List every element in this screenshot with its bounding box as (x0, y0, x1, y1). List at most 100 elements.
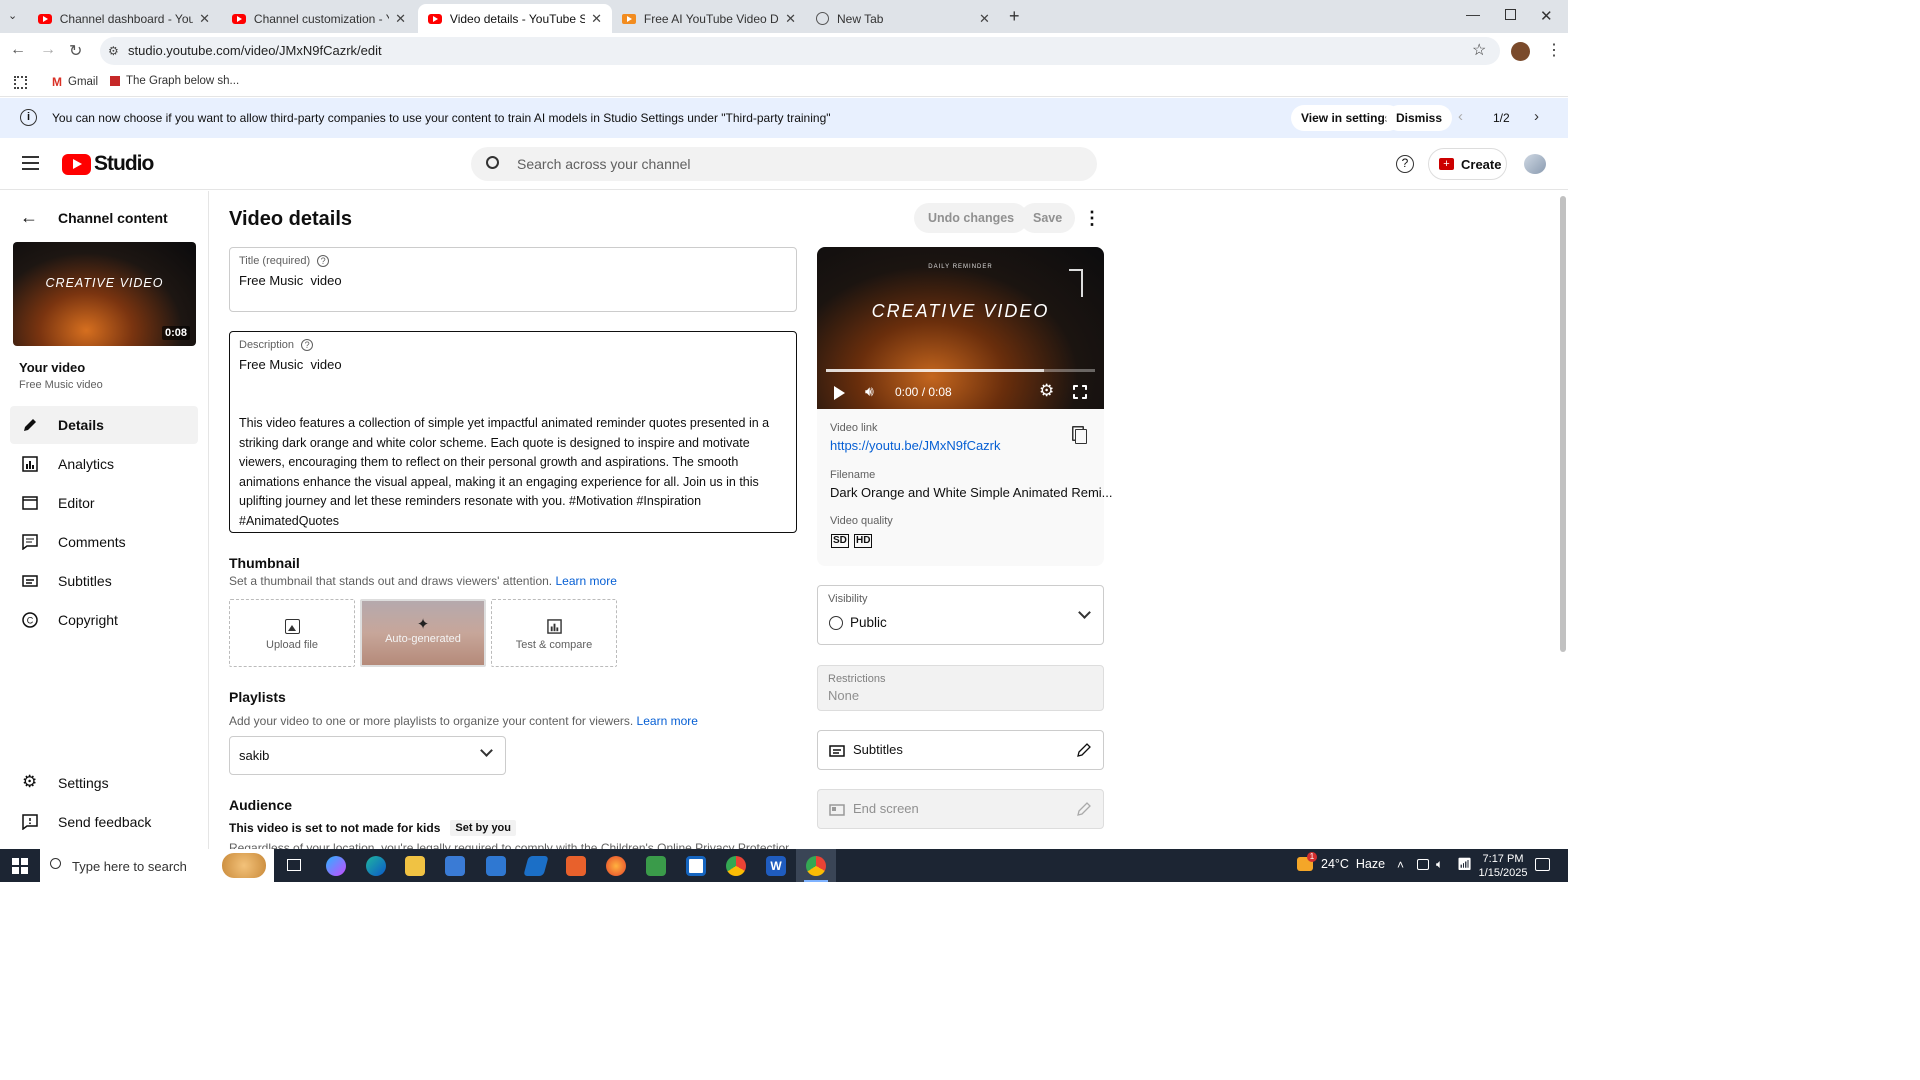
edge-icon[interactable] (366, 856, 386, 876)
network-icon[interactable]: 📶︎ (1457, 857, 1472, 871)
tab-search-dropdown-icon[interactable]: ⌄ (8, 9, 17, 22)
close-tab-icon[interactable]: ✕ (591, 11, 602, 27)
close-tab-icon[interactable]: ✕ (979, 11, 990, 27)
title-field[interactable]: Title (required) ? Free Music video (229, 247, 797, 312)
taskbar-clock[interactable]: 7:17 PM 1/15/2025 (1478, 852, 1528, 880)
test-and-compare-button[interactable]: Test & compare (491, 599, 617, 667)
restrictions-value: None (828, 688, 860, 703)
notifications-icon[interactable] (1535, 858, 1550, 871)
sidebar-item-settings[interactable]: ⚙ Settings (10, 764, 198, 802)
playlist-select[interactable]: sakib (229, 736, 506, 775)
forward-arrow-icon[interactable]: → (40, 41, 56, 59)
seek-bar[interactable] (826, 369, 1095, 372)
prev-notice-chevron-icon[interactable]: ‹ (1458, 108, 1463, 125)
new-tab-plus-icon[interactable]: + (1009, 6, 1020, 27)
back-to-channel-content[interactable]: ← Channel content (20, 207, 168, 228)
tab-video-details[interactable]: Video details - YouTube Studio ✕ (418, 4, 612, 33)
page-scrollbar[interactable] (1560, 196, 1566, 652)
thumbnail-learn-more-link[interactable]: Learn more (556, 574, 617, 588)
volume-icon[interactable]: 🔊︎ (865, 383, 874, 400)
minimize-window-icon[interactable]: — (1466, 6, 1480, 22)
channel-search-input[interactable]: Search across your channel (471, 147, 1097, 181)
visibility-select[interactable]: Visibility Public (817, 585, 1104, 645)
tab-free-ai-description[interactable]: Free AI YouTube Video Descript ✕ (612, 4, 806, 33)
next-notice-chevron-icon[interactable]: › (1534, 108, 1539, 125)
reload-icon[interactable]: ↻ (69, 41, 82, 61)
app-green-icon[interactable] (646, 856, 666, 876)
profile-avatar[interactable] (1511, 42, 1530, 61)
url-field[interactable]: ⚙ studio.youtube.com/video/JMxN9fCazrk/e… (100, 37, 1500, 65)
word-icon[interactable]: W (766, 856, 786, 876)
bookmark-gmail[interactable]: M Gmail (52, 75, 98, 89)
restore-window-icon[interactable] (1505, 9, 1516, 20)
browser-menu-icon[interactable]: ⋮ (1546, 40, 1562, 60)
undo-changes-button[interactable]: Undo changes (914, 203, 1029, 233)
auto-generated-thumbnail-button[interactable]: ✦ Auto-generated (360, 599, 486, 667)
close-tab-icon[interactable]: ✕ (785, 11, 796, 27)
sidebar-item-label: Subtitles (58, 573, 112, 589)
fullscreen-icon[interactable] (1073, 385, 1087, 399)
back-arrow-icon[interactable]: ← (10, 41, 26, 59)
copy-link-icon[interactable] (1075, 429, 1087, 444)
chrome-icon[interactable] (726, 856, 746, 876)
tray-chevron-up-icon[interactable]: ˄ (1397, 858, 1404, 872)
sidebar-item-label: Comments (58, 534, 126, 550)
tray-meet-icon[interactable] (1417, 859, 1429, 870)
sidebar-item-subtitles[interactable]: Subtitles (10, 562, 198, 600)
copilot-icon[interactable] (326, 856, 346, 876)
bookmark-star-icon[interactable]: ☆ (1472, 40, 1486, 60)
edit-pencil-icon[interactable] (1076, 742, 1092, 758)
taskbar-search-box[interactable]: Type here to search (40, 849, 274, 882)
sidebar-item-feedback[interactable]: Send feedback (10, 803, 198, 841)
task-view-icon[interactable] (287, 859, 301, 871)
tab-channel-customization[interactable]: Channel customization - YouTube ✕ (222, 4, 416, 33)
playlists-learn-more-link[interactable]: Learn more (637, 714, 698, 728)
app-blue-icon[interactable] (523, 856, 549, 876)
mail-icon[interactable] (486, 856, 506, 876)
channel-avatar[interactable] (1524, 154, 1546, 174)
more-options-icon[interactable]: ⋮ (1083, 208, 1101, 229)
search-highlight-image (222, 853, 266, 878)
apps-grid-icon[interactable] (14, 76, 27, 89)
weather-widget[interactable]: 1 24°C Haze (1297, 852, 1385, 871)
save-button[interactable]: Save (1020, 203, 1076, 233)
sidebar-item-details[interactable]: Details (10, 406, 198, 444)
bookmark-graph[interactable]: The Graph below sh... (110, 75, 239, 87)
help-circle-icon[interactable]: ? (301, 339, 314, 351)
file-explorer-icon[interactable] (405, 856, 425, 876)
sidebar-item-comments[interactable]: Comments (10, 523, 198, 561)
help-icon[interactable]: ? (1396, 155, 1414, 173)
sidebar-video-thumbnail[interactable]: CREATIVE VIDEO 0:08 (13, 242, 196, 346)
video-link[interactable]: https://youtu.be/JMxN9fCazrk (830, 438, 1001, 453)
app-white-blue-icon[interactable] (686, 856, 706, 876)
close-tab-icon[interactable]: ✕ (395, 11, 406, 27)
studio-logo[interactable]: Studio (62, 152, 154, 176)
speaker-icon[interactable]: 🔈︎ (1436, 857, 1443, 872)
upload-thumbnail-button[interactable]: Upload file (229, 599, 355, 667)
sidebar-item-copyright[interactable]: C Copyright (10, 601, 198, 639)
video-player[interactable]: DAILY REMINDER CREATIVE VIDEO 🔊︎ 0:00 / … (817, 247, 1104, 409)
tab-channel-dashboard[interactable]: Channel dashboard - YouTube ✕ (28, 4, 220, 33)
view-in-settings-button[interactable]: View in settings (1291, 105, 1402, 131)
dismiss-button[interactable]: Dismiss (1386, 105, 1453, 131)
play-icon[interactable] (834, 386, 845, 400)
subtitles-row[interactable]: Subtitles (817, 730, 1104, 770)
sidebar-item-editor[interactable]: Editor (10, 484, 198, 522)
firefox-icon[interactable] (606, 856, 626, 876)
playlists-title: Playlists (229, 689, 286, 705)
site-info-icon[interactable]: ⚙ (108, 37, 119, 65)
close-tab-icon[interactable]: ✕ (199, 11, 210, 27)
create-button[interactable]: + Create (1428, 148, 1507, 180)
windows-start-icon[interactable] (12, 858, 28, 874)
tab-new-tab[interactable]: New Tab ✕ (806, 4, 1000, 33)
chrome-active-taskbar-button[interactable] (796, 849, 836, 882)
close-window-icon[interactable]: ✕ (1540, 7, 1553, 25)
app-orange-icon[interactable] (566, 856, 586, 876)
tab-label: New Tab (837, 11, 884, 26)
store-icon[interactable] (445, 856, 465, 876)
description-field[interactable]: Description ? Free Music video This vide… (229, 331, 797, 533)
hamburger-menu-icon[interactable] (22, 156, 39, 170)
player-settings-gear-icon[interactable]: ⚙ (1039, 381, 1054, 401)
help-circle-icon[interactable]: ? (317, 255, 330, 267)
sidebar-item-analytics[interactable]: Analytics (10, 445, 198, 483)
